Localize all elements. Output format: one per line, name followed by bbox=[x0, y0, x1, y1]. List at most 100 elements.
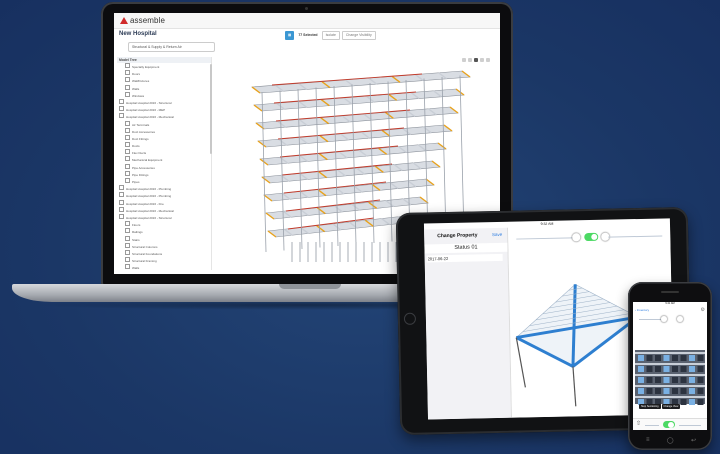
checkbox[interactable] bbox=[125, 134, 130, 140]
checkbox[interactable] bbox=[125, 249, 130, 255]
tree-item[interactable]: Structural Framing bbox=[117, 257, 211, 264]
power-icon[interactable]: ◯ bbox=[667, 437, 674, 444]
checkbox[interactable] bbox=[125, 84, 130, 90]
gear-icon[interactable]: ⚙ bbox=[701, 307, 705, 313]
checkbox[interactable] bbox=[125, 178, 130, 183]
tree-item-label: Railings bbox=[132, 230, 143, 235]
section-slider[interactable] bbox=[639, 319, 663, 320]
tree-item[interactable]: Floors bbox=[117, 221, 211, 228]
checkbox[interactable] bbox=[125, 70, 130, 76]
checkbox[interactable] bbox=[125, 142, 130, 148]
tree-item[interactable]: Pipes bbox=[117, 178, 211, 185]
tree-item[interactable]: Air Terminals bbox=[117, 120, 211, 128]
tree-item[interactable]: Duct Accessories bbox=[117, 127, 211, 135]
tree-item[interactable]: Ducts bbox=[117, 142, 211, 149]
model-geometry bbox=[646, 355, 653, 361]
model-geometry bbox=[369, 82, 375, 244]
checkbox[interactable] bbox=[119, 106, 124, 112]
model-geometry bbox=[663, 355, 670, 361]
checkbox[interactable] bbox=[119, 213, 124, 219]
camera bbox=[305, 7, 308, 10]
tree-item[interactable]: Hospital Hospital 2016 - MEP bbox=[117, 106, 211, 113]
tree-item[interactable]: Windows bbox=[117, 91, 211, 99]
tree-item-label: Pipes bbox=[132, 180, 140, 184]
slider-knob[interactable] bbox=[677, 316, 683, 322]
tree-item[interactable]: Structural Columns bbox=[117, 242, 211, 250]
tree-item[interactable]: Doors bbox=[117, 70, 211, 77]
change-visibility-button[interactable]: Change Visibility bbox=[341, 30, 376, 40]
tree-item[interactable]: Walls bbox=[117, 264, 211, 271]
section-slider[interactable] bbox=[608, 235, 663, 238]
section-toggle[interactable] bbox=[584, 232, 599, 242]
share-icon[interactable]: ⇧ bbox=[636, 420, 641, 427]
section-toggle[interactable] bbox=[663, 421, 675, 428]
checkbox[interactable] bbox=[125, 127, 130, 133]
tree-item[interactable]: Duct Fittings bbox=[117, 134, 211, 142]
roof-3d-model[interactable] bbox=[513, 275, 646, 413]
tree-item[interactable]: Railings bbox=[117, 228, 211, 235]
building-3d-model[interactable] bbox=[633, 348, 707, 408]
app-logo[interactable]: assemble bbox=[120, 16, 165, 25]
model-dropdown[interactable]: Structural & Supply & Return Air bbox=[128, 42, 215, 52]
home-button[interactable] bbox=[403, 312, 417, 325]
selection-icon[interactable]: ▦ bbox=[285, 30, 295, 40]
checkbox[interactable] bbox=[125, 163, 130, 169]
checkbox[interactable] bbox=[125, 77, 130, 83]
slider-knob[interactable] bbox=[661, 316, 667, 322]
tree-item[interactable]: Hospital Hospital 2016 - Structural bbox=[117, 98, 211, 106]
status-option[interactable]: Status 01 bbox=[424, 242, 508, 254]
project-title: New Hospital bbox=[119, 31, 157, 37]
checkbox[interactable] bbox=[125, 170, 130, 176]
checkbox[interactable] bbox=[125, 221, 130, 227]
back-button[interactable]: ‹ Inventory bbox=[635, 308, 649, 312]
section-slider[interactable] bbox=[645, 425, 659, 426]
tree-item-label: Hospital Hospital 2016 - Structural bbox=[126, 100, 172, 105]
tree-item[interactable]: Stairs bbox=[117, 235, 211, 243]
tree-item[interactable]: Hospital Hospital 2016 - Mechanical bbox=[117, 206, 211, 214]
model-geometry bbox=[646, 377, 653, 383]
checkbox[interactable] bbox=[125, 149, 130, 155]
checkbox[interactable] bbox=[125, 228, 130, 234]
checkbox[interactable] bbox=[125, 91, 130, 97]
checkbox[interactable] bbox=[119, 206, 124, 212]
tree-item[interactable]: Hospital Hospital 2016 - Plumbing bbox=[117, 185, 211, 192]
checkbox[interactable] bbox=[125, 156, 130, 162]
model-geometry bbox=[689, 388, 695, 394]
stop-sectioning-button[interactable]: Stop Sectioning bbox=[639, 404, 661, 409]
tree-item[interactable]: Hospital Hospital 2016 - Mechanical bbox=[117, 113, 211, 120]
tree-item-label: Duct Fittings bbox=[132, 136, 149, 141]
tree-item[interactable]: Wall/Fixtures bbox=[117, 77, 211, 84]
checkbox[interactable] bbox=[119, 199, 124, 205]
tree-item-label: Structural Columns bbox=[132, 244, 158, 249]
tree-item[interactable]: Hospital Hospital 2016 - Fire bbox=[117, 199, 211, 207]
tree-scrollbar[interactable] bbox=[210, 64, 212, 154]
menu-icon[interactable]: ≡ bbox=[646, 437, 650, 444]
checkbox[interactable] bbox=[119, 192, 124, 198]
tree-item-label: Hospital Hospital 2016 - Mechanical bbox=[126, 208, 174, 213]
section-slider[interactable] bbox=[679, 425, 701, 426]
tree-item[interactable]: Structural Foundations bbox=[117, 249, 211, 257]
back-icon[interactable]: ↩ bbox=[691, 437, 696, 444]
section-slider[interactable] bbox=[516, 237, 579, 240]
checkbox[interactable] bbox=[119, 113, 124, 119]
tree-item[interactable]: Flex Ducts bbox=[117, 149, 211, 156]
checkbox[interactable] bbox=[125, 264, 130, 270]
checkbox[interactable] bbox=[125, 63, 130, 68]
tree-item[interactable]: Hospital Hospital 2016 - Structural bbox=[117, 213, 211, 221]
tree-item[interactable]: Walls bbox=[117, 84, 211, 92]
tree-item[interactable]: Pipe Accessories bbox=[117, 163, 211, 171]
tree-item[interactable]: Mechanical Equipment bbox=[117, 156, 211, 163]
tree-item[interactable]: Hospital Hospital 2016 - Plumbing bbox=[117, 192, 211, 199]
slider-knob[interactable] bbox=[572, 233, 581, 242]
change-view-button[interactable]: Change View bbox=[661, 404, 681, 409]
checkbox[interactable] bbox=[119, 98, 124, 104]
isolate-button[interactable]: Isolate bbox=[321, 30, 340, 40]
tree-item[interactable]: Specialty Equipment bbox=[117, 63, 211, 70]
checkbox[interactable] bbox=[125, 242, 130, 248]
tree-item[interactable]: Pipe Fittings bbox=[117, 170, 211, 178]
checkbox[interactable] bbox=[125, 120, 130, 126]
checkbox[interactable] bbox=[119, 185, 124, 191]
checkbox[interactable] bbox=[125, 257, 130, 263]
checkbox[interactable] bbox=[125, 235, 130, 241]
save-button[interactable]: Save bbox=[492, 232, 502, 237]
